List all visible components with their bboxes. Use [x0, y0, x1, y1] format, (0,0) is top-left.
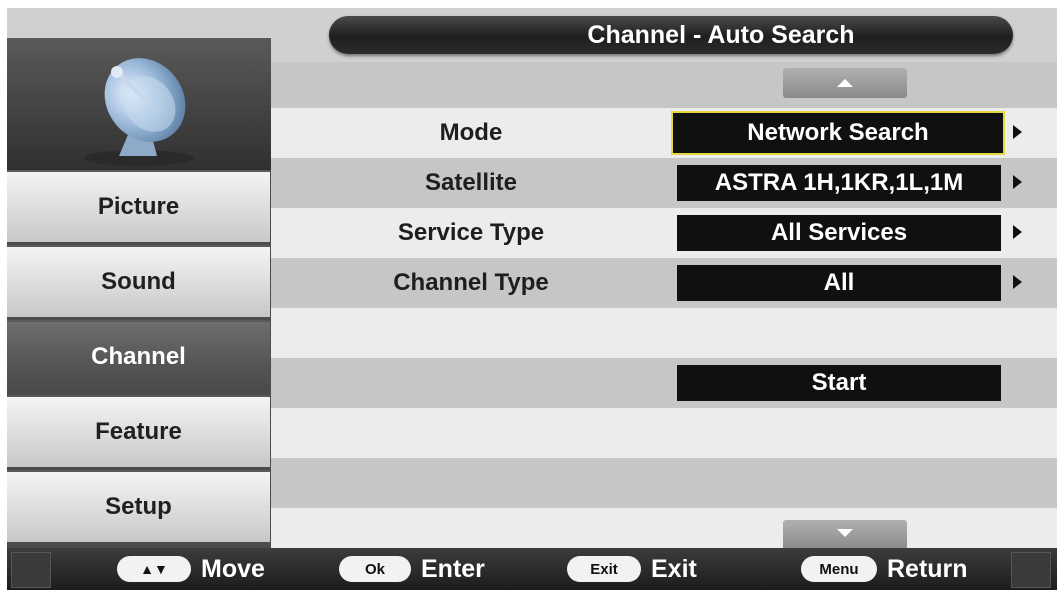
- footer-decoration: [11, 552, 51, 588]
- setting-row-start[interactable]: Start: [271, 358, 1057, 408]
- sidebar-item-channel[interactable]: Channel: [7, 320, 270, 392]
- setting-label: Channel Type: [393, 269, 549, 296]
- empty-row: [271, 308, 1057, 358]
- setting-label: Service Type: [397, 219, 545, 246]
- footer-hints: ▲▼ Move Ok Enter Exit Exit Menu Return: [7, 548, 1057, 590]
- channel-type-value[interactable]: All: [677, 265, 1001, 301]
- service-type-value[interactable]: All Services: [677, 215, 1001, 251]
- setting-row-satellite[interactable]: Satellite ASTRA 1H,1KR,1L,1M: [271, 158, 1057, 208]
- arrow-down-icon: [837, 529, 853, 537]
- sidebar-item-feature[interactable]: Feature: [7, 395, 270, 467]
- settings-panel: Mode Network Search Satellite ASTRA 1H,1…: [271, 62, 1057, 550]
- page-title: Channel - Auto Search: [587, 21, 855, 49]
- setting-row-channel-type[interactable]: Channel Type All: [271, 258, 1057, 308]
- hint-move: ▲▼ Move: [117, 548, 265, 590]
- arrow-up-icon: [837, 79, 853, 87]
- satellite-dish-icon: [7, 38, 271, 170]
- empty-row: [271, 408, 1057, 458]
- sidebar: Picture Sound Channel Feature Setup: [7, 38, 271, 548]
- start-button[interactable]: Start: [677, 365, 1001, 401]
- satellite-value[interactable]: ASTRA 1H,1KR,1L,1M: [677, 165, 1001, 201]
- tv-menu-screen: Channel - Auto Search Picture Sound Chan…: [7, 8, 1057, 590]
- hint-exit-label: Exit: [651, 554, 697, 583]
- title-bar: Channel - Auto Search: [329, 16, 1013, 54]
- hint-return: Menu Return: [801, 548, 968, 590]
- chevron-right-icon[interactable]: [1013, 275, 1022, 289]
- scroll-down-button[interactable]: [783, 520, 907, 550]
- move-key-badge: ▲▼: [117, 556, 191, 582]
- setting-label: Satellite: [424, 169, 518, 196]
- hint-return-label: Return: [887, 554, 968, 583]
- mode-value[interactable]: Network Search: [671, 111, 1005, 155]
- hint-move-label: Move: [201, 554, 265, 583]
- chevron-right-icon[interactable]: [1013, 175, 1022, 189]
- hint-enter-label: Enter: [421, 554, 485, 583]
- ok-key-badge: Ok: [339, 556, 411, 582]
- hint-enter: Ok Enter: [339, 548, 485, 590]
- exit-key-badge: Exit: [567, 556, 641, 582]
- chevron-right-icon[interactable]: [1013, 125, 1022, 139]
- empty-row: [271, 508, 1057, 548]
- sidebar-item-sound[interactable]: Sound: [7, 245, 270, 317]
- hint-exit: Exit Exit: [567, 548, 697, 590]
- setting-row-service-type[interactable]: Service Type All Services: [271, 208, 1057, 258]
- empty-row: [271, 458, 1057, 508]
- setting-row-mode[interactable]: Mode Network Search: [271, 108, 1057, 158]
- setting-label: Mode: [439, 119, 503, 146]
- sidebar-item-picture[interactable]: Picture: [7, 170, 270, 242]
- scroll-up-button[interactable]: [783, 68, 907, 98]
- menu-key-badge: Menu: [801, 556, 877, 582]
- chevron-right-icon[interactable]: [1013, 225, 1022, 239]
- sidebar-item-setup[interactable]: Setup: [7, 470, 270, 542]
- footer-decoration: [1011, 552, 1051, 588]
